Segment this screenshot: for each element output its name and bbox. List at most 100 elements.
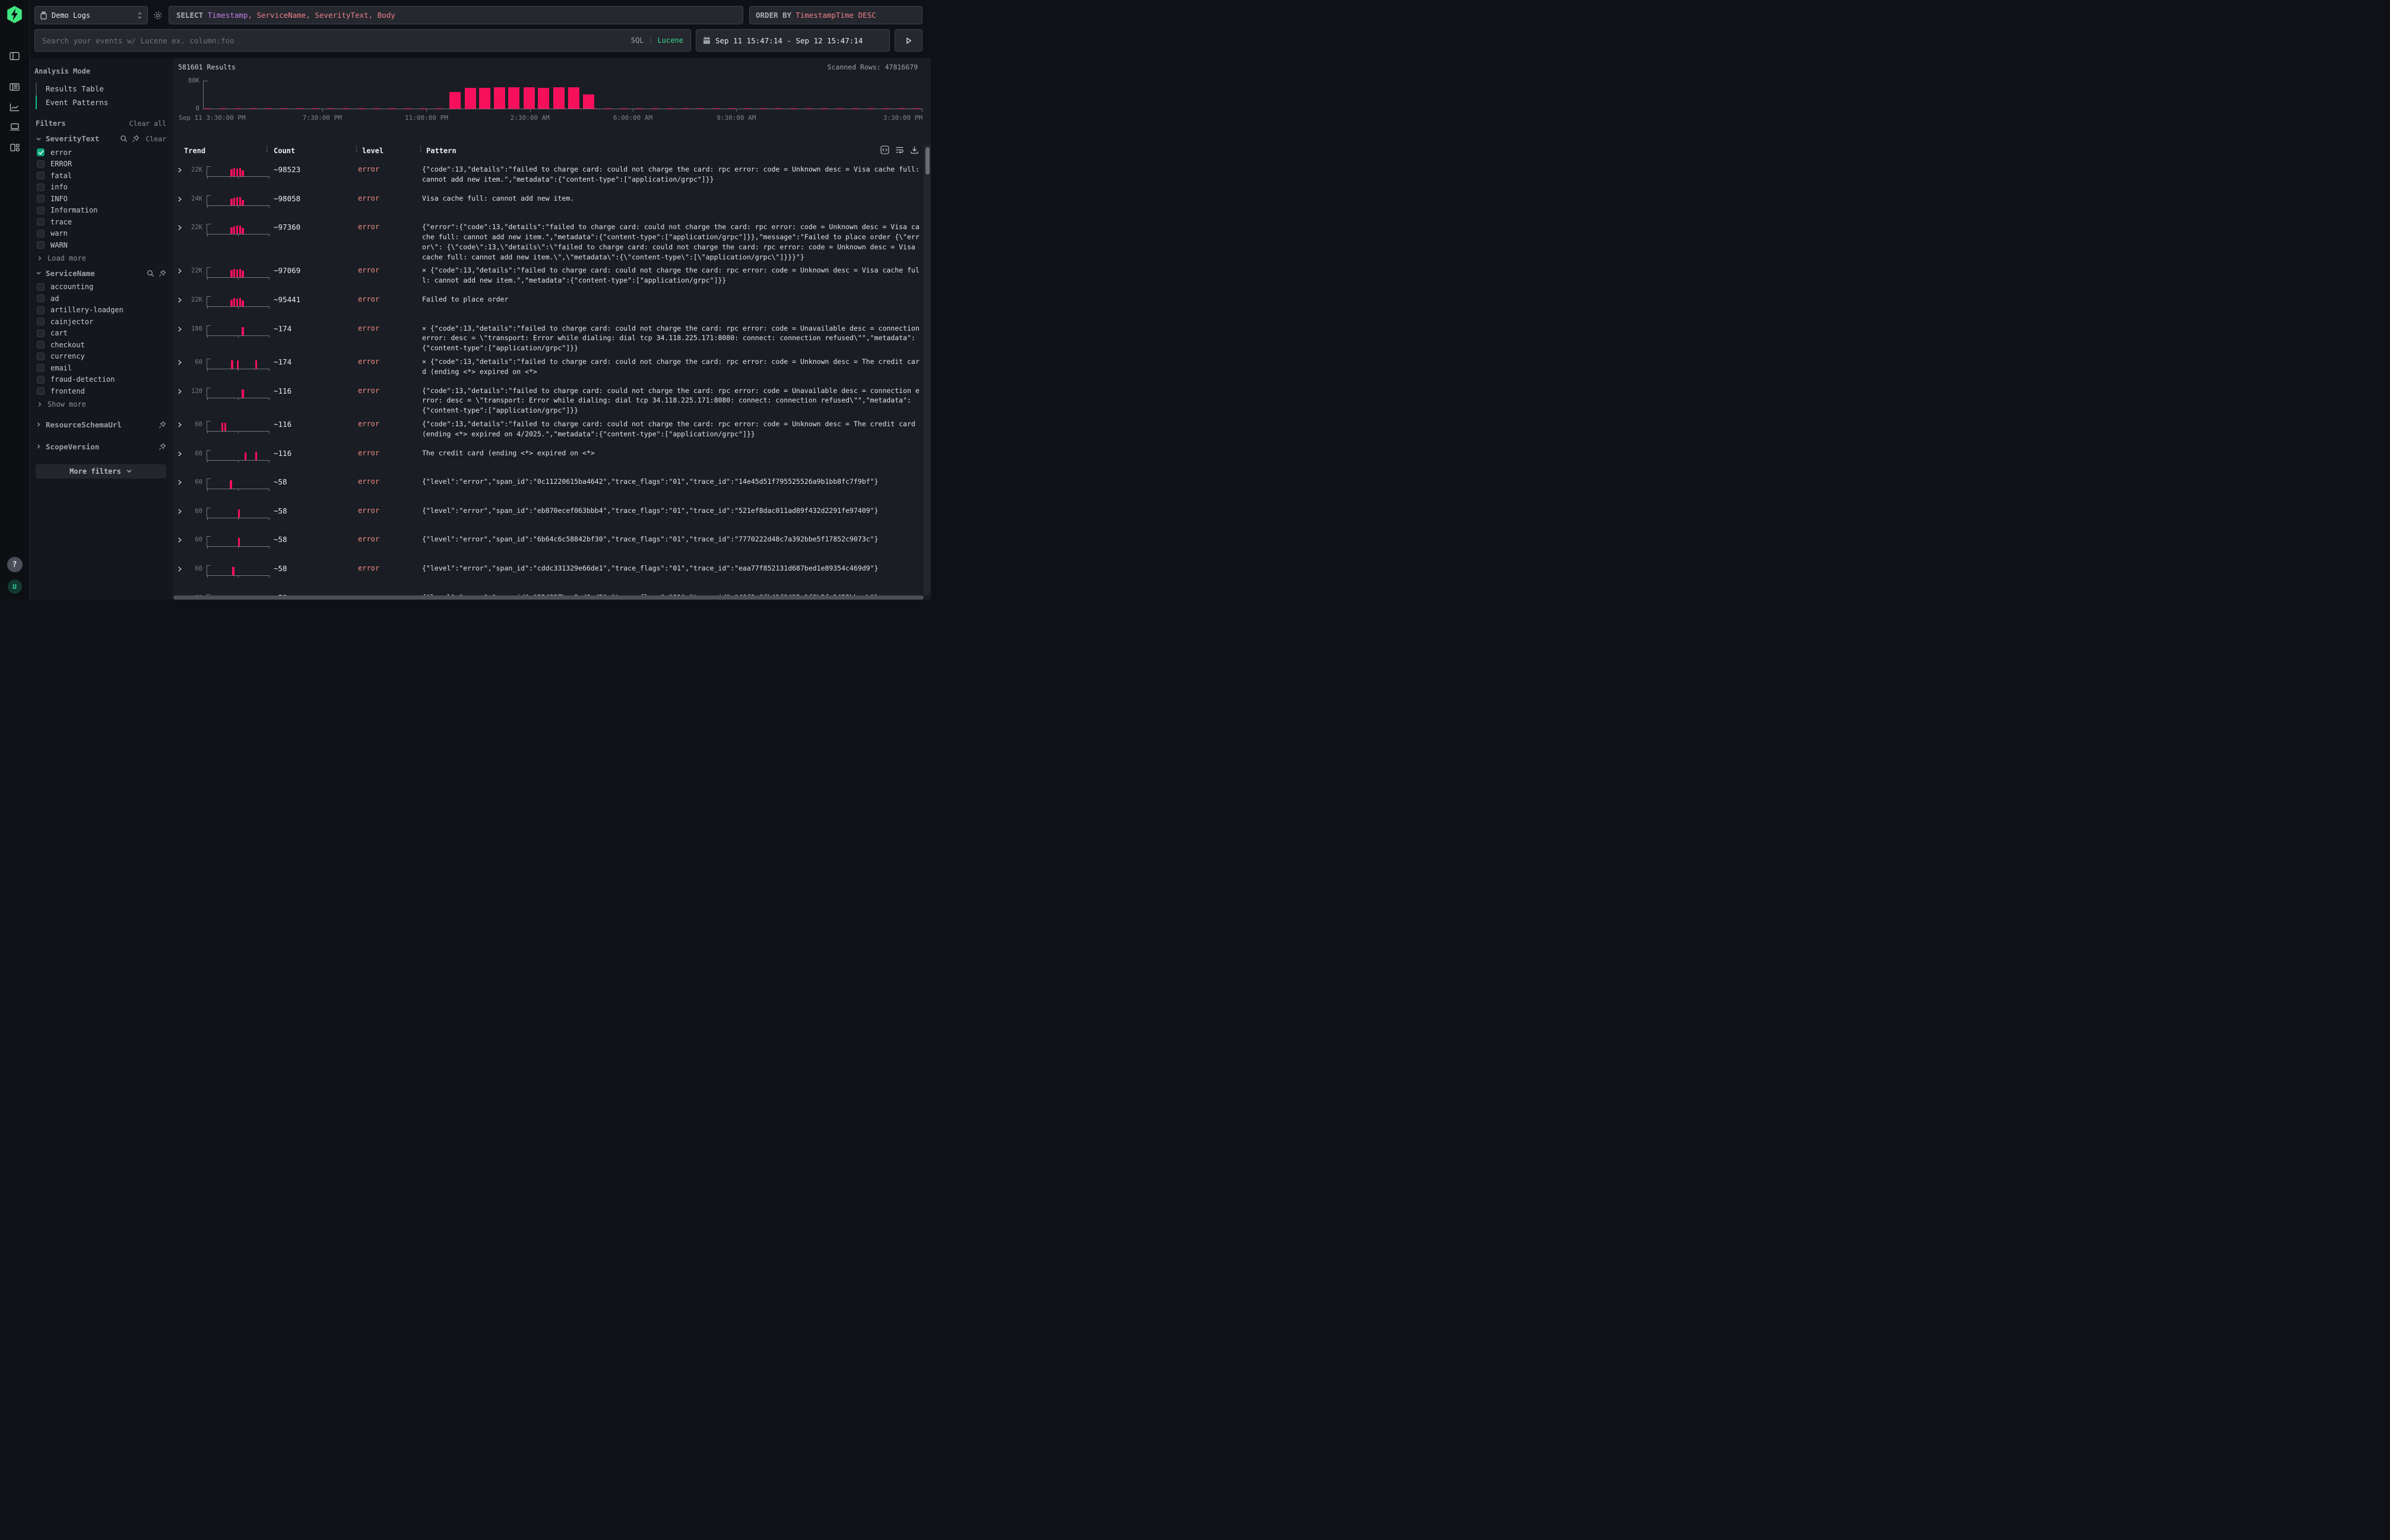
checkbox-unchecked[interactable] — [37, 306, 45, 314]
col-resize-handle[interactable]: ⋮ — [353, 146, 360, 153]
checkbox-unchecked[interactable] — [37, 318, 45, 325]
filter-option-artillery-loadgen[interactable]: artillery-loadgen — [34, 305, 167, 316]
row-expand-icon[interactable] — [176, 449, 186, 457]
row-expand-icon[interactable] — [176, 535, 186, 543]
table-row[interactable]: 22K~97069error× {"code":13,"details":"fa… — [173, 262, 924, 291]
histogram-bar[interactable] — [449, 92, 461, 109]
table-row[interactable]: 180~174error× {"code":13,"details":"fail… — [173, 320, 924, 353]
filter-group-name[interactable]: ResourceSchemaUrl — [46, 420, 122, 429]
download-icon[interactable] — [910, 145, 919, 154]
help-button[interactable]: ? — [7, 557, 23, 572]
row-expand-icon[interactable] — [176, 194, 186, 202]
row-expand-icon[interactable] — [176, 324, 186, 332]
filter-option-error[interactable]: error — [34, 147, 167, 159]
filter-option-WARN[interactable]: WARN — [34, 239, 167, 251]
col-header-pattern[interactable]: Pattern — [426, 147, 457, 155]
code-view-icon[interactable] — [880, 145, 889, 154]
checkbox-checked[interactable] — [37, 148, 45, 156]
filter-option-accounting[interactable]: accounting — [34, 281, 167, 293]
more-filters-button[interactable]: More filters — [36, 464, 166, 479]
table-row[interactable]: 24K~98058errorVisa cache full: cannot ad… — [173, 190, 924, 219]
checkbox-unchecked[interactable] — [37, 160, 45, 168]
app-logo-icon[interactable] — [7, 6, 23, 23]
checkbox-unchecked[interactable] — [37, 329, 45, 337]
filter-pin-icon[interactable] — [132, 135, 140, 142]
row-expand-icon[interactable] — [176, 386, 186, 395]
filter-option-INFO[interactable]: INFO — [34, 193, 167, 205]
checkbox-unchecked[interactable] — [37, 294, 45, 302]
table-row[interactable]: 60~174error× {"code":13,"details":"faile… — [173, 353, 924, 382]
col-header-count[interactable]: Count — [274, 147, 295, 155]
row-expand-icon[interactable] — [176, 564, 186, 572]
checkbox-unchecked[interactable] — [37, 230, 45, 237]
row-expand-icon[interactable] — [176, 266, 186, 274]
filter-option-info[interactable]: info — [34, 182, 167, 194]
select-query-input[interactable]: SELECT Timestamp, ServiceName, SeverityT… — [169, 6, 743, 24]
filter-option-currency[interactable]: currency — [34, 351, 167, 363]
histogram-bar[interactable] — [524, 87, 535, 109]
checkbox-unchecked[interactable] — [37, 387, 45, 395]
filter-option-ERROR[interactable]: ERROR — [34, 159, 167, 170]
vertical-scrollbar-thumb[interactable] — [925, 147, 930, 175]
filter-group-name[interactable]: ServiceName — [46, 269, 95, 278]
histogram-bar[interactable] — [538, 88, 549, 109]
filter-option-checkout[interactable]: checkout — [34, 339, 167, 351]
table-row[interactable]: 60~58error{"level":"error","span_id":"6b… — [173, 531, 924, 560]
filter-search-icon[interactable] — [120, 135, 128, 142]
filter-pin-icon[interactable] — [159, 421, 166, 429]
filter-option-ad[interactable]: ad — [34, 293, 167, 305]
table-row[interactable]: 60~58error{"level":"error","span_id":"0c… — [173, 473, 924, 502]
filter-group-name[interactable]: ScopeVersion — [46, 442, 99, 451]
row-expand-icon[interactable] — [176, 295, 186, 303]
row-expand-icon[interactable] — [176, 165, 186, 173]
run-query-button[interactable] — [895, 29, 923, 52]
filter-clear-link[interactable]: Clear — [145, 135, 166, 143]
table-row[interactable]: 120~116error{"code":13,"details":"failed… — [173, 382, 924, 416]
table-row[interactable]: 22K~98523error{"code":13,"details":"fail… — [173, 161, 924, 190]
filter-pin-icon[interactable] — [159, 270, 166, 277]
checkbox-unchecked[interactable] — [37, 207, 45, 214]
tab-event-patterns[interactable]: Event Patterns — [36, 96, 167, 109]
filter-option-fraud-detection[interactable]: fraud-detection — [34, 374, 167, 386]
checkbox-unchecked[interactable] — [37, 195, 45, 202]
checkbox-unchecked[interactable] — [37, 341, 45, 348]
filter-show-more-link[interactable]: Show more — [34, 397, 167, 411]
col-header-level[interactable]: level — [362, 147, 383, 155]
row-expand-icon[interactable] — [176, 357, 186, 366]
histogram-bar[interactable] — [583, 94, 594, 109]
histogram-bar[interactable] — [553, 87, 565, 109]
filter-option-email[interactable]: email — [34, 362, 167, 374]
table-row[interactable]: 60~58error{"level":"error","span_id":"cd… — [173, 560, 924, 589]
tab-results-table[interactable]: Results Table — [36, 82, 167, 96]
table-row[interactable]: 60~58error{"level":"error","span_id":"33… — [173, 589, 924, 596]
filter-group-name[interactable]: SeverityText — [46, 134, 99, 143]
row-expand-icon[interactable] — [176, 420, 186, 428]
lucene-mode-option[interactable]: Lucene — [658, 36, 683, 45]
chevron-right-icon[interactable] — [36, 422, 42, 427]
checkbox-unchecked[interactable] — [37, 172, 45, 179]
table-row[interactable]: 22K~97360error{"error":{"code":13,"detai… — [173, 218, 924, 262]
sessions-icon[interactable] — [7, 119, 23, 135]
checkbox-unchecked[interactable] — [37, 183, 45, 191]
col-resize-handle[interactable]: ⋮ — [264, 146, 270, 153]
checkbox-unchecked[interactable] — [37, 364, 45, 372]
filter-option-cart[interactable]: cart — [34, 328, 167, 340]
chevron-down-icon[interactable] — [36, 136, 42, 142]
search-input[interactable] — [42, 36, 631, 45]
dashboards-icon[interactable] — [7, 140, 23, 155]
filter-load-more-link[interactable]: Load more — [34, 251, 167, 265]
table-row[interactable]: 22K~95441errorFailed to place order — [173, 291, 924, 320]
filter-option-warn[interactable]: warn — [34, 228, 167, 240]
table-row[interactable]: 60~116errorThe credit card (ending <*> e… — [173, 445, 924, 474]
checkbox-unchecked[interactable] — [37, 241, 45, 249]
filter-pin-icon[interactable] — [159, 443, 166, 451]
panel-toggle-icon[interactable] — [7, 48, 23, 64]
sql-mode-option[interactable]: SQL — [631, 36, 644, 45]
filter-option-cainjector[interactable]: cainjector — [34, 316, 167, 328]
col-resize-handle[interactable]: ⋮ — [417, 146, 424, 153]
filter-option-fatal[interactable]: fatal — [34, 170, 167, 182]
table-row[interactable]: 60~116error{"code":13,"details":"failed … — [173, 416, 924, 445]
filter-search-icon[interactable] — [147, 270, 154, 277]
checkbox-unchecked[interactable] — [37, 283, 45, 291]
table-row[interactable]: 60~58error{"level":"error","span_id":"eb… — [173, 502, 924, 531]
